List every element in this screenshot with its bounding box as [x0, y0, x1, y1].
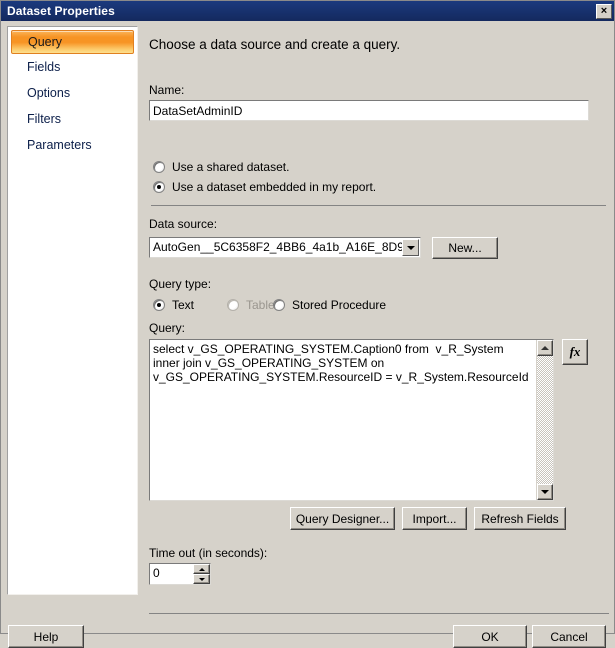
close-icon[interactable]: ×	[596, 3, 612, 19]
query-type-label: Query type:	[149, 277, 212, 291]
help-button[interactable]: Help	[8, 625, 84, 648]
stepper-down-icon[interactable]	[193, 574, 210, 584]
sidebar-item-filters[interactable]: Filters	[11, 106, 134, 132]
timeout-stepper[interactable]: 0	[149, 563, 211, 585]
query-textarea[interactable]: select v_GS_OPERATING_SYSTEM.Caption0 fr…	[149, 339, 554, 501]
timeout-value[interactable]: 0	[150, 564, 193, 584]
query-scrollbar[interactable]	[536, 340, 553, 500]
radio-query-type-stored-procedure[interactable]: Stored Procedure	[273, 298, 386, 312]
title-bar: Dataset Properties ×	[1, 1, 614, 21]
name-input[interactable]	[149, 100, 589, 121]
radio-icon	[273, 299, 285, 311]
radio-label: Use a shared dataset.	[172, 160, 290, 174]
dataset-properties-dialog: Dataset Properties × Query Fields Option…	[0, 0, 615, 648]
data-source-label: Data source:	[149, 217, 218, 231]
import-button[interactable]: Import...	[402, 507, 467, 530]
section-divider	[151, 205, 606, 206]
footer-divider	[149, 613, 609, 614]
query-designer-button[interactable]: Query Designer...	[290, 507, 395, 530]
radio-icon	[153, 299, 165, 311]
sidebar-item-query[interactable]: Query	[11, 30, 134, 54]
radio-label: Use a dataset embedded in my report.	[172, 180, 377, 194]
radio-query-type-table: Table	[227, 298, 275, 312]
sidebar-item-options[interactable]: Options	[11, 80, 134, 106]
radio-query-type-text[interactable]: Text	[153, 298, 194, 312]
refresh-fields-button[interactable]: Refresh Fields	[474, 507, 566, 530]
new-data-source-button[interactable]: New...	[432, 237, 498, 259]
sidebar-item-parameters[interactable]: Parameters	[11, 132, 134, 158]
radio-use-embedded-dataset[interactable]: Use a dataset embedded in my report.	[153, 180, 376, 194]
timeout-stepper-buttons	[193, 564, 210, 584]
radio-icon	[153, 161, 165, 173]
data-source-select[interactable]: AutoGen__5C6358F2_4BB6_4a1b_A16E_8D96795…	[149, 237, 421, 258]
radio-label: Stored Procedure	[292, 298, 387, 312]
query-label: Query:	[149, 321, 186, 335]
sidebar-item-fields[interactable]: Fields	[11, 54, 134, 80]
stepper-up-icon[interactable]	[193, 564, 210, 574]
scroll-up-icon[interactable]	[537, 340, 553, 356]
expression-fx-button[interactable]: fx	[562, 339, 588, 365]
sidebar-nav: Query Fields Options Filters Parameters	[7, 26, 138, 595]
name-label: Name:	[149, 83, 185, 97]
main-panel: Choose a data source and create a query.…	[149, 21, 614, 633]
scroll-down-icon[interactable]	[537, 484, 553, 500]
chevron-down-icon[interactable]	[402, 239, 419, 256]
window-title: Dataset Properties	[7, 4, 115, 18]
timeout-label: Time out (in seconds):	[149, 546, 268, 560]
page-title: Choose a data source and create a query.	[149, 37, 401, 52]
query-text-value[interactable]: select v_GS_OPERATING_SYSTEM.Caption0 fr…	[150, 340, 536, 500]
ok-button[interactable]: OK	[453, 625, 527, 648]
radio-label: Table	[246, 298, 275, 312]
data-source-value: AutoGen__5C6358F2_4BB6_4a1b_A16E_8D96795…	[153, 240, 402, 254]
radio-icon	[153, 181, 165, 193]
radio-icon	[227, 299, 239, 311]
cancel-button[interactable]: Cancel	[532, 625, 606, 648]
radio-label: Text	[172, 298, 195, 312]
dialog-content: Query Fields Options Filters Parameters …	[1, 21, 614, 648]
radio-use-shared-dataset[interactable]: Use a shared dataset.	[153, 160, 289, 174]
